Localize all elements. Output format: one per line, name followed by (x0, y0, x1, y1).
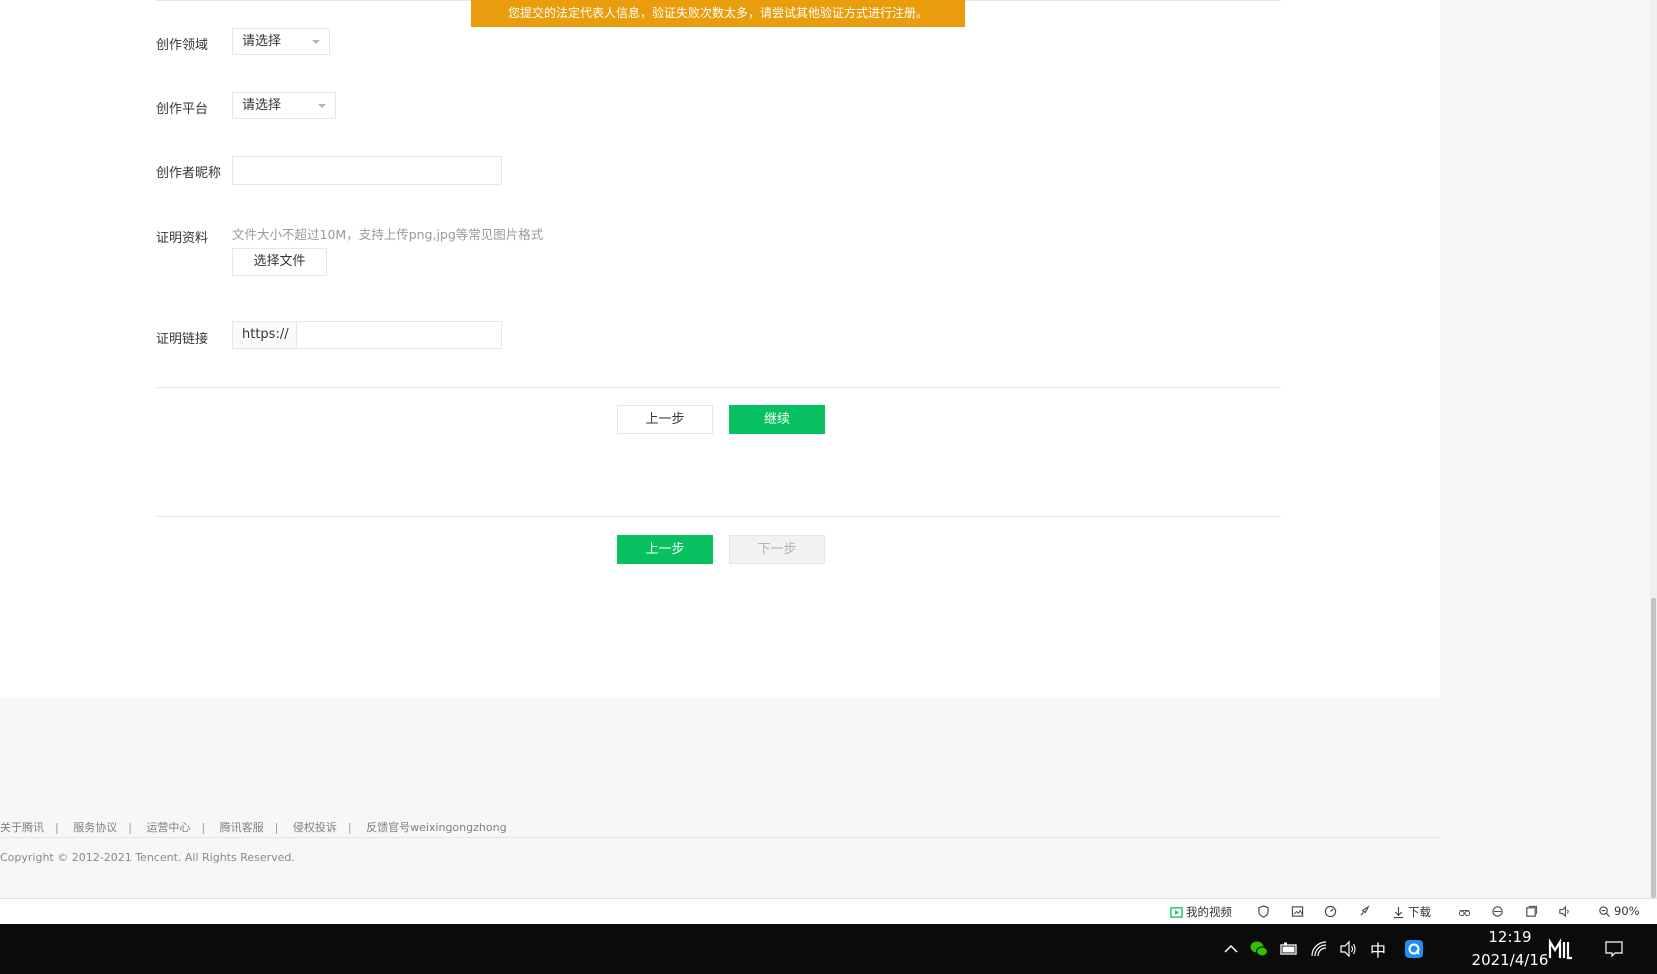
platform-select-value: 请选择 (242, 98, 282, 113)
page-gutter (1440, 0, 1657, 898)
domain-label: 创作领域 (156, 38, 209, 53)
prev-step-button[interactable]: 上一步 (617, 535, 713, 564)
browser-statusbar: 我的视频 下载 90% (0, 898, 1657, 924)
error-toast: 您提交的法定代表人信息，验证失败次数太多，请尝试其他验证方式进行注册。 (471, 0, 965, 27)
qq-browser-icon[interactable] (1404, 939, 1424, 959)
speed-icon[interactable] (1324, 905, 1337, 918)
link-prefix: https:// (232, 321, 296, 349)
link-label: 证明链接 (156, 332, 209, 347)
platform-label: 创作平台 (156, 102, 209, 117)
footer-link-about[interactable]: 关于腾讯 (0, 821, 44, 834)
chevron-up-icon[interactable] (1221, 939, 1241, 959)
proof-label: 证明资料 (156, 231, 209, 246)
footer-link-operation[interactable]: 运营中心 (146, 821, 190, 834)
notification-icon[interactable] (1604, 939, 1624, 959)
page-content: 您提交的法定代表人信息，验证失败次数太多，请尝试其他验证方式进行注册。 创作领域… (0, 0, 1440, 698)
chevron-down-icon (312, 40, 320, 44)
nickname-input[interactable] (232, 156, 502, 185)
footer-links: 关于腾讯 | 服务协议 | 运营中心 | 腾讯客服 | 侵权投诉 | 反馈官号weixin… (0, 821, 507, 834)
copyright: Copyright © 2012-2021 Tencent. All Right… (0, 851, 295, 864)
ie-icon[interactable] (1491, 905, 1504, 918)
glasses-icon[interactable] (1458, 905, 1471, 918)
footer-link-feedback[interactable]: 反馈官号weixingongzhong (366, 821, 506, 834)
clock-time[interactable]: 12:19 (1462, 928, 1558, 946)
wifi-icon[interactable] (1309, 939, 1329, 959)
link-input[interactable] (296, 321, 502, 349)
my-video-button[interactable]: 我的视频 (1170, 904, 1232, 920)
image-icon[interactable] (1291, 905, 1304, 918)
download-button[interactable]: 下载 (1392, 904, 1431, 920)
actions-divider (156, 516, 1281, 517)
form-divider (156, 387, 1281, 388)
platform-select[interactable]: 请选择 (232, 92, 336, 119)
footer-divider (0, 837, 1440, 838)
zoom-level: 90% (1614, 904, 1640, 918)
volume-icon[interactable] (1558, 905, 1571, 918)
my-video-label: 我的视频 (1186, 905, 1232, 919)
vertical-scrollbar[interactable] (1650, 0, 1657, 898)
domain-select[interactable]: 请选择 (232, 28, 330, 55)
footer-link-agreement[interactable]: 服务协议 (73, 821, 117, 834)
download-label: 下载 (1408, 905, 1431, 919)
choose-file-button[interactable]: 选择文件 (232, 248, 327, 276)
wechat-icon[interactable] (1249, 939, 1269, 959)
inner-prev-button[interactable]: 上一步 (617, 405, 713, 434)
chevron-down-icon (318, 104, 326, 108)
zoom-control[interactable]: 90% (1598, 904, 1640, 918)
download-icon (1393, 906, 1404, 918)
next-step-button[interactable]: 下一步 (729, 535, 825, 564)
rocket-icon[interactable] (1358, 905, 1371, 918)
footer-link-service[interactable]: 腾讯客服 (220, 821, 264, 834)
ime-indicator[interactable]: 中 (1370, 937, 1386, 961)
domain-select-value: 请选择 (242, 34, 282, 49)
zoom-icon (1599, 905, 1611, 917)
video-icon (1170, 906, 1183, 918)
footer: 关于腾讯 | 服务协议 | 运营中心 | 腾讯客服 | 侵权投诉 | 反馈官号weixin… (0, 698, 1440, 898)
footer-link-complaint[interactable]: 侵权投诉 (293, 821, 337, 834)
window-icon[interactable] (1525, 905, 1538, 918)
logo-icon[interactable] (1548, 938, 1574, 960)
nickname-label: 创作者昵称 (156, 166, 222, 181)
upload-hint: 文件大小不超过10M，支持上传png,jpg等常见图片格式 (232, 227, 544, 242)
windows-taskbar: 中 12:19 2021/4/16 (0, 924, 1657, 974)
speaker-icon[interactable] (1338, 939, 1358, 959)
battery-icon[interactable] (1279, 939, 1299, 959)
scrollbar-thumb[interactable] (1651, 598, 1656, 898)
shield-icon[interactable] (1257, 905, 1270, 918)
continue-button[interactable]: 继续 (729, 405, 825, 434)
